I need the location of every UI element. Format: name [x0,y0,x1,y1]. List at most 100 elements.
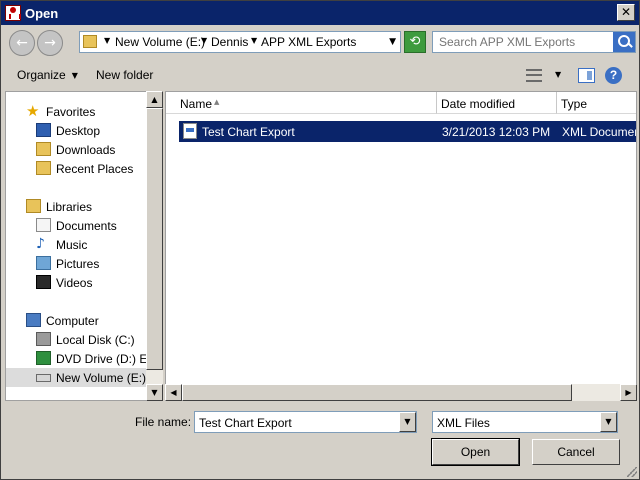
local-disk-icon [36,332,51,346]
sidebar-item-label: Recent Places [56,162,134,176]
file-name-label: File name: [135,415,192,429]
file-name-value[interactable]: Test Chart Export [199,416,292,430]
table-row[interactable]: Test Chart Export 3/21/2013 12:03 PM XML… [179,121,637,142]
close-button[interactable]: ✕ [617,4,635,21]
folder-icon [83,35,97,48]
dialog-title: Open [25,6,59,21]
change-view-icon[interactable] [526,69,542,82]
chevron-down-icon[interactable]: ▼ [600,412,617,432]
open-dialog: Open ✕ ← → ▼ New Volume (E:) ▼ Dennis ▼ … [0,0,640,480]
downloads-folder-icon [36,142,51,156]
address-bar-row: ← → ▼ New Volume (E:) ▼ Dennis ▼ APP XML… [1,25,639,61]
column-header-label: Date modified [441,97,516,111]
sidebar-scrollbar[interactable]: ▲ ▼ [146,91,163,401]
sidebar-item-downloads[interactable]: Downloads [6,140,148,159]
sidebar-item-favorites[interactable]: ★ Favorites [6,102,148,121]
resize-grip-icon[interactable] [627,467,637,477]
music-note-icon: ♪ [36,236,45,252]
forward-button[interactable]: → [37,30,63,56]
chevron-down-icon: ▼ [71,71,78,80]
desktop-icon [36,123,51,137]
sidebar-item-label: Desktop [56,124,101,138]
scroll-up-icon[interactable]: ▲ [146,91,163,108]
sidebar-item-music[interactable]: ♪ Music [6,235,148,254]
scrollbar-thumb[interactable] [146,108,163,370]
sidebar-item-recent-places[interactable]: Recent Places [6,159,148,178]
sidebar-item-pictures[interactable]: Pictures [6,254,148,273]
xml-file-icon [183,123,197,139]
file-type-select[interactable]: XML Files ▼ [432,411,618,433]
scroll-down-icon[interactable]: ▼ [146,384,163,401]
pictures-icon [36,256,51,270]
breadcrumb-arrow-icon[interactable]: ▼ [251,36,257,45]
column-header-label: Name [180,97,213,111]
file-name-cell: Test Chart Export [202,125,295,139]
address-bar[interactable]: ▼ New Volume (E:) ▼ Dennis ▼ APP XML Exp… [79,31,401,53]
file-list: Name ▲ Date modified Type Test Chart Exp… [165,91,637,401]
breadcrumb-arrow-icon[interactable]: ▼ [201,36,207,45]
sidebar-item-label: Computer [46,314,99,328]
recent-places-icon [36,161,51,175]
command-toolbar: Organize ▼ New folder ▼ ? [1,61,639,91]
app-icon [5,5,21,21]
navigation-pane: ★ Favorites Desktop Downloads Recent Pla… [5,91,163,401]
breadcrumb-new-volume[interactable]: New Volume (E:) [115,35,205,49]
column-header-date-modified[interactable]: Date modified [437,92,557,114]
sidebar-item-computer[interactable]: Computer [6,311,148,330]
file-name-field[interactable]: Test Chart Export ▼ [194,411,417,433]
star-icon: ★ [26,102,40,120]
preview-pane-icon[interactable] [578,68,595,83]
file-list-horizontal-scrollbar[interactable]: ◀ ▶ [165,384,637,401]
sidebar-item-label: Music [56,238,88,252]
sidebar-item-label: Favorites [46,105,96,119]
title-bar: Open ✕ [1,1,639,25]
back-button[interactable]: ← [9,30,35,56]
column-header-name[interactable]: Name ▲ [166,92,437,114]
sidebar-item-libraries[interactable]: Libraries [6,197,148,216]
sidebar-item-label: Local Disk (C:) [56,333,135,347]
help-icon[interactable]: ? [605,67,622,84]
computer-icon [26,313,41,327]
scroll-left-icon[interactable]: ◀ [165,384,182,401]
cancel-button[interactable]: Cancel [532,439,620,465]
search-icon[interactable] [613,32,635,52]
refresh-button[interactable]: ⟲ [404,31,426,53]
file-type-value: XML Files [437,416,490,430]
scrollbar-thumb[interactable] [182,384,572,401]
sidebar-item-desktop[interactable]: Desktop [6,121,148,140]
sidebar-item-documents[interactable]: Documents [6,216,148,235]
sidebar-item-label: Videos [56,276,93,290]
new-folder-button[interactable]: New folder [96,68,153,82]
documents-icon [36,218,51,232]
sidebar-item-label: New Volume (E:) [56,371,147,385]
breadcrumb-app-xml-exports[interactable]: APP XML Exports [261,35,356,49]
sort-ascending-icon: ▲ [214,98,220,106]
chevron-down-icon[interactable]: ▼ [399,412,416,432]
libraries-icon [26,199,41,213]
sidebar-item-label: Downloads [56,143,116,157]
address-dropdown-icon[interactable]: ▼ [389,37,396,47]
sidebar-item-videos[interactable]: Videos [6,273,148,292]
breadcrumb-arrow-icon[interactable]: ▼ [104,36,110,45]
sidebar-item-label: Documents [56,219,117,233]
sidebar-item-local-disk[interactable]: Local Disk (C:) [6,330,148,349]
dvd-drive-icon [36,351,51,365]
column-header-type[interactable]: Type [557,92,636,114]
organize-button[interactable]: Organize ▼ [17,68,78,82]
view-options-chevron-icon[interactable]: ▼ [555,70,561,79]
sidebar-item-label: Pictures [56,257,100,271]
sidebar-item-dvd-drive[interactable]: DVD Drive (D:) ENU [6,349,162,368]
sidebar-item-new-volume[interactable]: New Volume (E:) [6,368,148,387]
breadcrumb-dennis[interactable]: Dennis [211,35,248,49]
column-header-label: Type [561,97,588,111]
sidebar-item-label: Libraries [46,200,93,214]
organize-label: Organize [17,68,66,82]
search-box [432,31,636,53]
search-input[interactable] [433,32,613,52]
date-modified-cell: 3/21/2013 12:03 PM [442,125,551,139]
videos-icon [36,275,51,289]
volume-drive-icon [36,374,51,382]
type-cell: XML Document [562,125,637,139]
open-button[interactable]: Open [431,438,520,466]
scroll-right-icon[interactable]: ▶ [620,384,637,401]
